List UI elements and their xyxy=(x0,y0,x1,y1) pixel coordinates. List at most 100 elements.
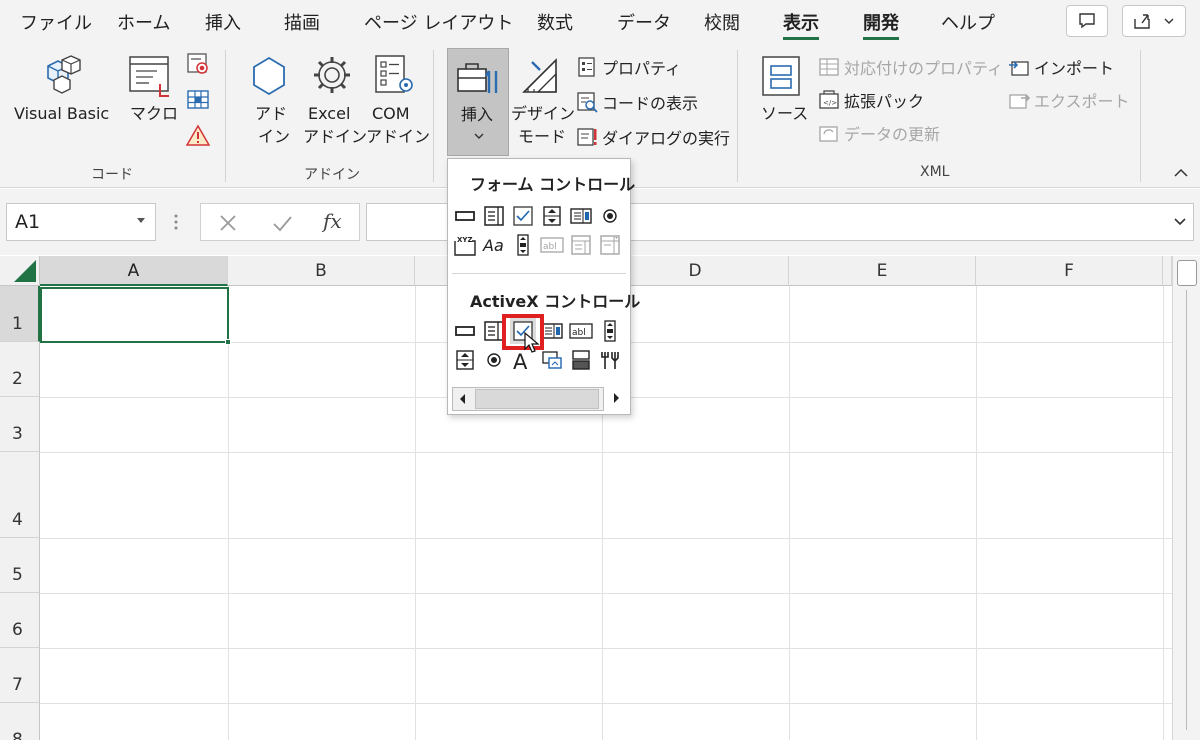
command-button-icon xyxy=(455,326,475,336)
import-button[interactable]: インポート xyxy=(1008,54,1114,80)
svg-text:abl: abl xyxy=(572,328,586,338)
scroll-bar-icon xyxy=(604,320,616,342)
excel-addins-label-line1: Excel xyxy=(308,104,351,123)
share-button[interactable] xyxy=(1122,5,1186,37)
macro-security-icon[interactable] xyxy=(186,124,210,148)
vertical-scrollbar[interactable] xyxy=(1172,256,1200,740)
run-dialog-button[interactable]: ダイアログの実行 xyxy=(576,124,730,150)
form-group-box-control[interactable]: XYZ xyxy=(452,232,478,258)
svg-text:</>: </> xyxy=(823,99,837,107)
scroll-track xyxy=(1186,290,1187,730)
form-combo-box-control[interactable] xyxy=(481,203,507,229)
expansion-packs-button[interactable]: </> 拡張パック xyxy=(818,87,924,113)
form-button-control[interactable] xyxy=(452,203,478,229)
form-combo-list-edit-control[interactable] xyxy=(568,232,594,258)
properties-icon xyxy=(578,57,595,77)
expand-formula-bar-icon[interactable] xyxy=(1173,216,1187,228)
xml-source-label: ソース xyxy=(761,104,809,123)
option-button-icon xyxy=(603,209,617,223)
insert-controls-button[interactable]: 挿入 xyxy=(447,48,509,156)
select-all-button[interactable] xyxy=(0,256,40,286)
form-scroll-bar-control[interactable] xyxy=(510,232,536,258)
form-label-control[interactable]: Aa xyxy=(481,232,507,258)
image-icon xyxy=(542,351,562,369)
tab-data[interactable]: データ xyxy=(617,9,671,35)
active-cell-a1[interactable] xyxy=(40,287,231,345)
tab-help[interactable]: ヘルプ xyxy=(941,9,995,35)
more-controls-icon xyxy=(601,352,619,369)
collapse-ribbon-icon[interactable] xyxy=(1172,166,1190,180)
ribbon-tab-bar: ファイル ホーム 挿入 描画 ページ レイアウト 数式 データ 校閲 表示 開発… xyxy=(0,0,1200,42)
enter-check-icon[interactable] xyxy=(271,212,293,234)
form-check-box-control[interactable] xyxy=(510,203,536,229)
tab-review[interactable]: 校閲 xyxy=(704,9,740,35)
form-spin-button-control[interactable] xyxy=(539,203,565,229)
activex-more-controls-control[interactable] xyxy=(597,347,623,373)
row-header-5[interactable]: 5 xyxy=(0,538,40,593)
import-icon xyxy=(1009,61,1029,76)
refresh-data-button[interactable]: データの更新 xyxy=(818,120,940,146)
dropdown-scrollbar[interactable] xyxy=(452,387,626,411)
row-header-8[interactable]: 8 xyxy=(0,703,40,740)
row-header-7[interactable]: 7 xyxy=(0,648,40,703)
properties-button[interactable]: プロパティ xyxy=(576,54,681,80)
view-code-button[interactable]: コードの表示 xyxy=(576,89,698,115)
export-button[interactable]: エクスポート xyxy=(1008,87,1130,113)
refresh-data-icon xyxy=(819,126,838,142)
record-macro-icon[interactable] xyxy=(186,52,210,76)
comments-button[interactable] xyxy=(1066,5,1108,37)
dropdown-scroll-thumb[interactable] xyxy=(475,389,599,409)
row-header-3[interactable]: 3 xyxy=(0,397,40,452)
fill-handle[interactable] xyxy=(225,339,231,345)
row-header-2[interactable]: 2 xyxy=(0,342,40,397)
name-box[interactable]: A1 xyxy=(6,203,156,241)
scroll-left-icon[interactable] xyxy=(457,393,469,405)
scroll-bar-icon xyxy=(517,234,529,256)
activex-image-control[interactable] xyxy=(539,347,565,373)
dropdown-divider xyxy=(452,273,626,274)
tab-view[interactable]: 表示 xyxy=(783,9,819,40)
formula-bar-grip-icon xyxy=(174,214,178,230)
activex-toggle-button-control[interactable] xyxy=(568,347,594,373)
form-text-field-control[interactable]: abl xyxy=(539,232,565,258)
com-addins-label-line2: アドイン xyxy=(366,127,431,146)
column-gridline xyxy=(976,286,977,740)
form-list-box-control[interactable] xyxy=(568,203,594,229)
row-header-1[interactable]: 1 xyxy=(0,286,40,342)
cancel-icon[interactable] xyxy=(217,212,239,234)
activex-spin-button-control[interactable] xyxy=(452,347,478,373)
column-header-e[interactable]: E xyxy=(789,256,976,286)
insert-function-button[interactable]: fx xyxy=(323,209,342,233)
activex-option-button-control[interactable] xyxy=(481,347,507,373)
tab-page-layout[interactable]: ページ レイアウト xyxy=(364,9,513,35)
button-icon xyxy=(455,211,475,221)
column-header-a[interactable]: A xyxy=(40,256,228,286)
tab-insert[interactable]: 挿入 xyxy=(205,9,241,35)
map-properties-button[interactable]: 対応付けのプロパティ xyxy=(818,54,1003,80)
row-gridline xyxy=(40,648,1172,649)
activex-text-box-control[interactable]: abl xyxy=(568,318,594,344)
activex-scroll-bar-control[interactable] xyxy=(597,318,623,344)
run-dialog-label: ダイアログの実行 xyxy=(602,129,731,148)
scroll-right-button[interactable] xyxy=(603,387,626,411)
column-header-b[interactable]: B xyxy=(228,256,415,286)
scroll-thumb[interactable] xyxy=(1177,260,1197,286)
form-combo-drop-down-edit-control[interactable] xyxy=(597,232,623,258)
tab-draw[interactable]: 描画 xyxy=(284,9,320,35)
refresh-data-label: データの更新 xyxy=(844,125,941,144)
form-option-button-control[interactable] xyxy=(597,203,623,229)
tab-formulas[interactable]: 数式 xyxy=(537,9,573,35)
column-header-f[interactable]: F xyxy=(976,256,1163,286)
tab-developer[interactable]: 開発 xyxy=(863,9,899,40)
svg-text:Aa: Aa xyxy=(482,236,504,255)
design-mode-label-line1: デザイン xyxy=(511,104,576,123)
relative-references-icon[interactable] xyxy=(186,88,210,112)
expansion-packs-icon: </> xyxy=(819,90,839,109)
row-header-6[interactable]: 6 xyxy=(0,593,40,648)
activex-command-button-control[interactable] xyxy=(452,318,478,344)
tab-home[interactable]: ホーム xyxy=(117,9,170,35)
tab-file[interactable]: ファイル xyxy=(20,9,92,35)
row-header-4[interactable]: 4 xyxy=(0,452,40,538)
group-separator xyxy=(433,50,434,182)
name-box-dropdown-icon[interactable] xyxy=(135,217,147,225)
